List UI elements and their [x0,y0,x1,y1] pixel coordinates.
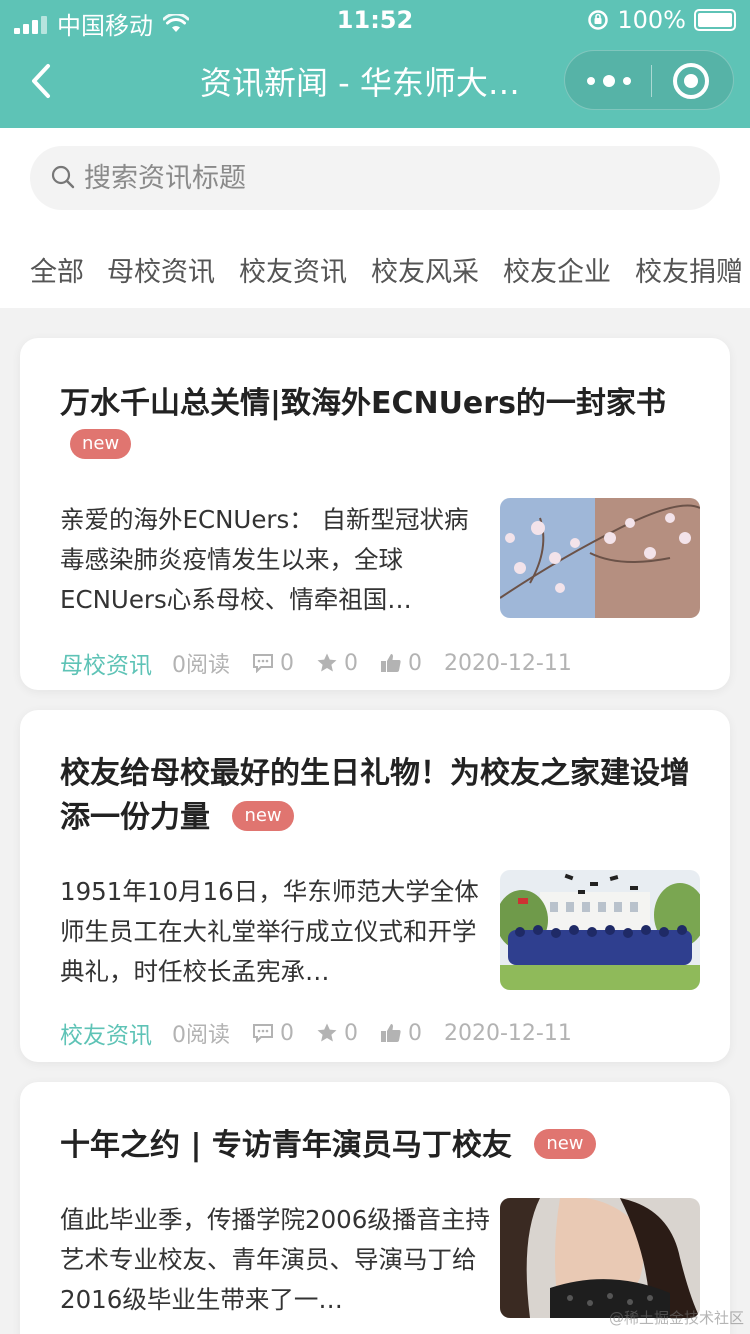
article-title[interactable]: 十年之约 | 专访青年演员马丁校友 new [60,1124,710,1168]
comment-count: 0 [252,651,294,676]
search-icon [51,165,75,189]
page-title: 资讯新闻 - 华东师大… [200,64,520,102]
rotation-lock-icon [588,10,609,30]
tab-alumni-news[interactable]: 校友资讯 [239,250,347,289]
article-card[interactable]: 校友给母校最好的生日礼物！为校友之家建设增添一份力量 new 1951年10月1… [20,710,730,1062]
article-card[interactable]: 十年之约 | 专访青年演员马丁校友 new 值此毕业季，传播学院2006级播音主… [20,1082,730,1334]
search-input[interactable] [84,154,684,202]
article-excerpt: 亲爱的海外ECNUers： 自新型冠状病毒感染肺炎疫情发生以来，全球ECNUer… [60,505,469,614]
like-count: 0 [380,1021,422,1046]
new-badge: new [534,1128,596,1159]
article-title[interactable]: 校友给母校最好的生日礼物！为校友之家建设增添一份力量 new [60,752,710,840]
article-excerpt: 值此毕业季，传播学院2006级播音主持艺术专业校友、青年演员、导演马丁给2016… [60,1205,490,1314]
article-date: 2020-12-11 [444,650,572,676]
top-bar: 中国移动 11:52 100% 资讯新闻 - 华东师大… [0,0,750,128]
like-count: 0 [380,651,422,676]
star-count: 0 [316,1021,358,1046]
tab-alumni-donations[interactable]: 校友捐赠 [635,250,743,289]
tab-alumni-profiles[interactable]: 校友风采 [371,250,479,289]
new-badge-wrap: new [70,429,132,462]
read-count: 0阅读 [172,1023,230,1048]
more-menu-icon[interactable] [587,67,631,95]
star-count: 0 [316,651,358,676]
status-bar: 中国移动 11:52 100% [0,0,750,40]
capsule-divider [651,65,652,97]
back-arrow-icon[interactable] [22,56,62,106]
article-meta: 校友资讯 0阅读 0 0 0 2020-12-11 [60,1016,594,1050]
thumbs-up-icon [381,654,401,672]
comment-count: 0 [252,1021,294,1046]
thumbs-up-icon [381,1024,401,1042]
article-title-text: 万水千山总关情|致海外ECNUers的一封家书 [60,386,666,421]
tab-alumni-enterprises[interactable]: 校友企业 [503,250,611,289]
search-section: 全部 母校资讯 校友资讯 校友风采 校友企业 校友捐赠 [0,128,750,308]
article-meta: 母校资讯 0阅读 0 0 0 2020-12-11 [60,646,594,680]
close-mini-program-icon[interactable] [673,63,709,99]
article-date: 2020-12-11 [444,1020,572,1046]
article-title[interactable]: 万水千山总关情|致海外ECNUers的一封家书 [60,382,700,426]
article-thumbnail[interactable] [500,498,700,618]
article-thumbnail[interactable] [500,1198,700,1318]
mini-program-capsule [564,50,734,110]
article-category[interactable]: 校友资讯 [60,1016,152,1050]
category-tabs: 全部 母校资讯 校友资讯 校友风采 校友企业 校友捐赠 [0,238,750,298]
article-excerpt: 1951年10月16日，华东师范大学全体师生员工在大礼堂举行成立仪式和开学典礼，… [60,877,479,986]
article-category[interactable]: 母校资讯 [60,646,152,680]
battery-percent: 100% [617,6,686,34]
article-card[interactable]: 万水千山总关情|致海外ECNUers的一封家书 new 亲爱的海外ECNUers… [20,338,730,690]
article-thumbnail[interactable] [500,870,700,990]
star-icon [317,653,337,672]
comment-icon [253,654,273,673]
article-title-text: 十年之约 | 专访青年演员马丁校友 [60,1128,512,1163]
search-box[interactable] [30,146,720,210]
comment-icon [253,1024,273,1043]
read-count: 0阅读 [172,653,230,678]
tab-school-news[interactable]: 母校资讯 [107,250,215,289]
article-title-text: 校友给母校最好的生日礼物！为校友之家建设增添一份力量 [60,756,690,835]
star-icon [317,1023,337,1042]
new-badge: new [232,800,294,831]
tab-all[interactable]: 全部 [30,250,84,289]
new-badge: new [70,429,132,459]
watermark: @稀土掘金技术社区 [608,1309,744,1327]
battery-icon [694,9,736,31]
